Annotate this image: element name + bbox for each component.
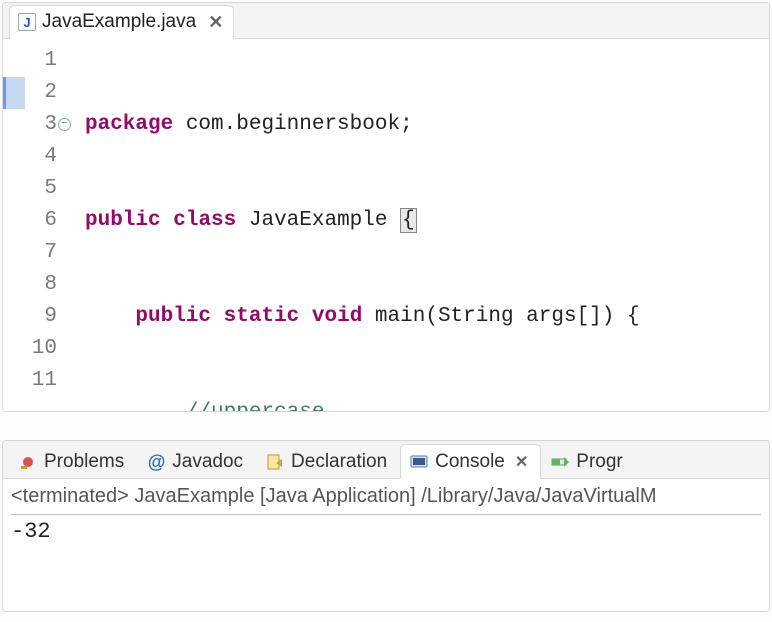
declaration-icon [265, 452, 285, 472]
gutter-marker-column [3, 45, 25, 412]
console-body: <terminated> JavaExample [Java Applicati… [3, 479, 769, 552]
tab-javadoc[interactable]: @ Javadoc [137, 444, 256, 478]
fold-toggle-icon[interactable]: − [58, 118, 71, 131]
tab-console[interactable]: Console ✕ [400, 444, 541, 479]
close-icon[interactable]: ✕ [515, 452, 528, 472]
javadoc-icon: @ [146, 452, 166, 472]
close-icon[interactable]: ✕ [208, 12, 223, 33]
code-content[interactable]: package com.beginnersbook; public class … [63, 45, 703, 412]
java-file-icon: J [18, 13, 36, 31]
console-status: <terminated> JavaExample [Java Applicati… [11, 483, 761, 515]
console-icon [409, 452, 429, 472]
tab-declaration[interactable]: Declaration [256, 444, 400, 478]
editor-tab-bar: J JavaExample.java ✕ [3, 3, 769, 39]
tab-progress[interactable]: Progr [541, 444, 635, 478]
editor-panel: J JavaExample.java ✕ 1 2 3− 4 5 6 7 8 9 … [2, 2, 770, 412]
console-output: -32 [11, 515, 761, 544]
line-number-gutter: 1 2 3− 4 5 6 7 8 9 10 11 [25, 45, 63, 412]
tab-problems[interactable]: Problems [9, 444, 137, 478]
editor-tab-title: JavaExample.java [42, 11, 196, 33]
code-area[interactable]: 1 2 3− 4 5 6 7 8 9 10 11 package com.beg… [3, 39, 769, 412]
bottom-tab-bar: Problems @ Javadoc Declaration Console ✕… [3, 441, 769, 479]
gutter-marker [3, 77, 25, 109]
matching-brace: { [400, 208, 417, 233]
bottom-panel: Problems @ Javadoc Declaration Console ✕… [2, 440, 770, 612]
progress-icon [550, 452, 570, 472]
editor-tab-javaexample[interactable]: J JavaExample.java ✕ [9, 5, 234, 39]
problems-icon [18, 452, 38, 472]
